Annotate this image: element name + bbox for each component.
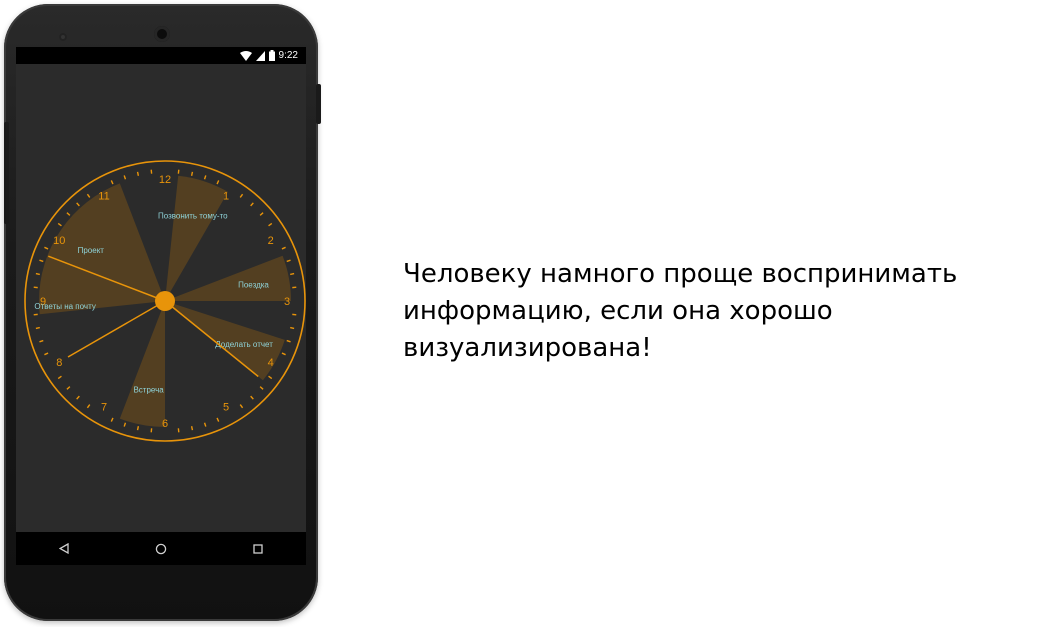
minute-tick	[35, 272, 40, 276]
minute-tick	[35, 326, 40, 330]
minute-tick	[216, 417, 220, 422]
hour-numeral: 3	[284, 296, 290, 308]
navigation-bar	[16, 532, 306, 565]
minute-tick	[110, 180, 114, 185]
minute-tick	[250, 395, 254, 400]
phone-frame: 9:22 12 1 2 3 4 5 6 7 8 9 10 11 Позвонить тому-то Пое…	[4, 4, 321, 621]
sensor-icon	[59, 33, 67, 41]
minute-tick	[76, 202, 80, 207]
minute-tick	[268, 375, 273, 380]
minute-tick	[239, 404, 244, 409]
minute-tick	[268, 222, 273, 227]
minute-tick	[76, 395, 80, 400]
event-label: Проект	[78, 246, 105, 255]
caption-text: Человеку намного проще воспринимать инфо…	[403, 256, 1043, 367]
minute-tick	[190, 426, 194, 431]
camera-icon	[154, 26, 170, 42]
event-label: Доделать отчет	[215, 340, 273, 349]
caption-line: информацию, если она хорошо	[403, 296, 833, 326]
minute-tick	[44, 246, 49, 250]
minute-tick	[290, 326, 295, 330]
minute-tick	[286, 339, 291, 343]
center-hub	[155, 291, 175, 311]
hour-numeral: 4	[268, 357, 274, 369]
home-icon[interactable]	[141, 532, 181, 565]
minute-tick	[136, 426, 140, 431]
minute-tick	[250, 202, 254, 207]
minute-tick	[203, 422, 207, 427]
minute-tick	[216, 180, 220, 185]
hour-numeral: 6	[162, 418, 168, 430]
battery-icon	[268, 50, 275, 61]
minute-tick	[39, 339, 44, 343]
minute-tick	[286, 259, 291, 263]
minute-tick	[203, 175, 207, 180]
minute-tick	[259, 212, 264, 216]
status-time: 9:22	[278, 50, 298, 61]
caption-line: визуализирована!	[403, 333, 652, 363]
hour-numeral: 7	[101, 402, 107, 414]
event-label: Поездка	[238, 281, 269, 290]
power-button[interactable]	[316, 84, 321, 124]
minute-tick	[281, 246, 286, 250]
hour-numeral: 10	[53, 235, 65, 247]
minute-tick	[86, 193, 91, 198]
volume-button[interactable]	[4, 122, 9, 224]
back-icon[interactable]	[44, 532, 84, 565]
minute-tick	[66, 386, 71, 390]
caption-line: Человеку намного проще воспринимать	[403, 259, 958, 289]
wifi-icon	[239, 50, 252, 61]
event-label: Встреча	[133, 386, 164, 395]
hour-numeral: 12	[159, 174, 171, 186]
minute-tick	[44, 352, 49, 356]
clock-face: 121234567891011Позвонить тому-тоПоездкаД…	[24, 160, 306, 442]
minute-tick	[57, 222, 62, 227]
hour-numeral: 11	[98, 190, 109, 202]
minute-tick	[281, 352, 286, 356]
event-sector	[119, 301, 165, 427]
event-label: Ответы на почту	[34, 302, 95, 311]
minute-tick	[57, 375, 62, 380]
event-label: Позвонить тому-то	[158, 211, 228, 220]
minute-tick	[239, 193, 244, 198]
signal-icon	[255, 50, 265, 61]
minute-tick	[123, 175, 127, 180]
recents-icon[interactable]	[238, 532, 278, 565]
minute-tick	[290, 272, 295, 276]
phone-screen: 9:22 12 1 2 3 4 5 6 7 8 9 10 11 Позвонить тому-то Пое…	[16, 47, 306, 565]
minute-tick	[86, 404, 91, 409]
minute-tick	[110, 417, 114, 422]
minute-tick	[39, 259, 44, 263]
minute-tick	[66, 212, 71, 216]
hour-numeral: 5	[223, 402, 229, 414]
minute-tick	[190, 171, 194, 176]
minute-tick	[123, 422, 127, 427]
minute-tick	[136, 171, 140, 176]
hour-numeral: 8	[56, 357, 62, 369]
hour-numeral: 1	[223, 190, 229, 202]
status-bar: 9:22	[16, 47, 306, 64]
minute-tick	[259, 386, 264, 390]
hour-numeral: 2	[268, 235, 274, 247]
